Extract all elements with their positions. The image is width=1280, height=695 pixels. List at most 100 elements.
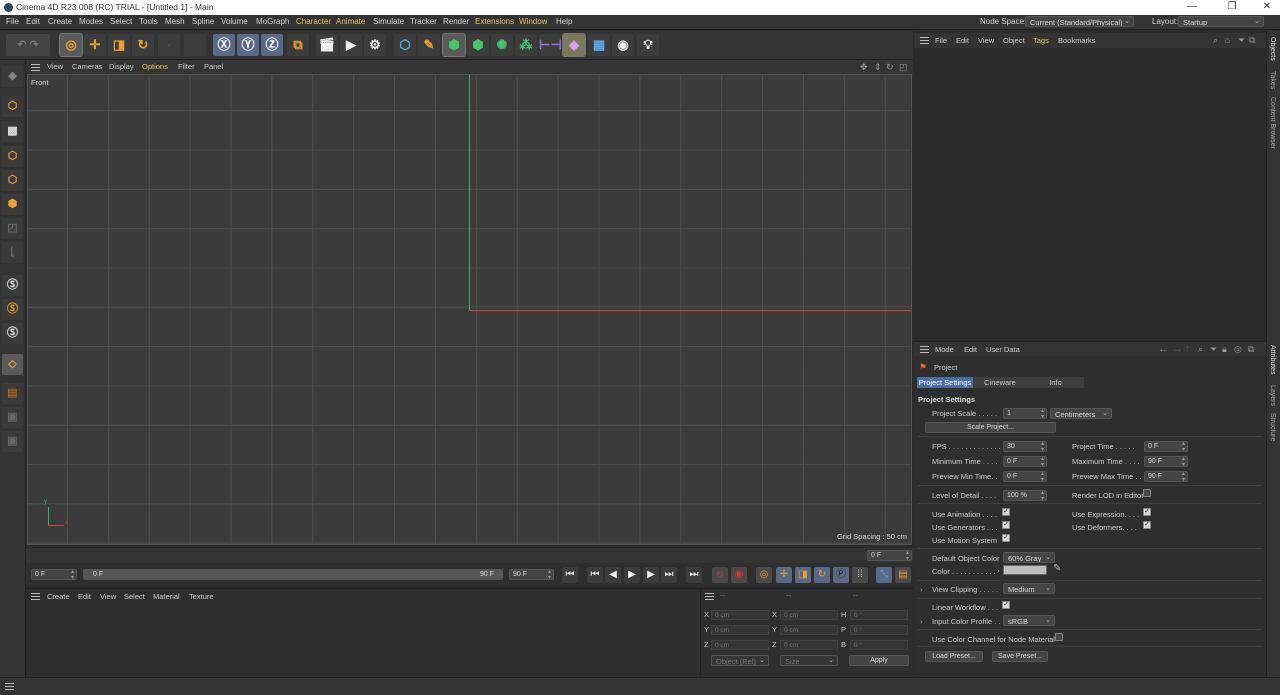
color-expand-arrow-icon[interactable]: ›: [997, 566, 1000, 575]
rot-b-field[interactable]: 0 °: [850, 640, 908, 650]
menu-simulate[interactable]: Simulate: [373, 17, 404, 26]
previous-frame-button[interactable]: ◀: [605, 567, 621, 583]
tab-project-settings[interactable]: Project Settings: [917, 377, 973, 388]
close-button[interactable]: ✕: [1255, 1, 1279, 12]
record-active-objects-button[interactable]: ⦸: [712, 567, 728, 583]
camera-button[interactable]: ◉: [612, 34, 634, 56]
material-menu-select[interactable]: Select: [124, 592, 145, 601]
menu-mesh[interactable]: Mesh: [165, 17, 185, 26]
menu-file[interactable]: File: [6, 17, 19, 26]
record-parameter-button[interactable]: Ⓟ: [833, 567, 849, 583]
fps-field[interactable]: 30 ▴ ▾: [1003, 441, 1047, 452]
menu-volume[interactable]: Volume: [221, 17, 248, 26]
dock-tab-layers[interactable]: Layers: [1269, 385, 1276, 406]
viewport-menu-panel[interactable]: Panel: [204, 62, 223, 71]
dock-tab-takes[interactable]: Takes: [1269, 71, 1276, 89]
field-button[interactable]: ◆: [562, 33, 586, 57]
object-list-area[interactable]: [914, 48, 1266, 340]
material-menu-material[interactable]: Material: [153, 592, 180, 601]
menu-select[interactable]: Select: [110, 17, 132, 26]
timeline-window-button[interactable]: ⤡: [876, 567, 892, 583]
menu-window[interactable]: Window: [519, 17, 547, 26]
front-viewport[interactable]: Front y x Grid Spacing : 50 cm: [27, 74, 912, 545]
scheme-button[interactable]: ▤: [895, 567, 911, 583]
scale-project-button[interactable]: Scale Project...: [925, 422, 1056, 433]
attr-menu-mode[interactable]: Mode: [935, 345, 954, 354]
polygons-mode-button[interactable]: ⬢: [2, 194, 23, 215]
move-tool-button[interactable]: ✛: [84, 34, 106, 56]
material-menu-create[interactable]: Create: [47, 592, 70, 601]
tab-cineware[interactable]: Cineware: [973, 377, 1027, 388]
project-scale-field[interactable]: 1 ▴ ▾: [1003, 408, 1047, 419]
node-space-select[interactable]: Current (Standard/Physical) ⌄: [1025, 16, 1134, 27]
workplane-lock-button[interactable]: ◇: [2, 354, 23, 375]
next-key-button[interactable]: ⏭: [661, 567, 677, 583]
use-expression-checkbox[interactable]: ✓: [1143, 508, 1151, 516]
model-mode-button[interactable]: ⬡: [2, 96, 23, 117]
preview-min-time-field[interactable]: 0 F ▴ ▾: [1003, 471, 1047, 482]
view-clipping-expand-icon[interactable]: ›: [920, 585, 923, 594]
level-of-detail-field[interactable]: 100 % ▴ ▾: [1003, 490, 1047, 501]
make-editable-button[interactable]: ◈: [2, 66, 23, 87]
menu-help[interactable]: Help: [556, 17, 572, 26]
menu-render[interactable]: Render: [443, 17, 469, 26]
apply-button[interactable]: Apply: [849, 655, 909, 666]
record-position-button[interactable]: ✛: [776, 567, 792, 583]
input-color-profile-select[interactable]: sRGB ⌄: [1003, 615, 1055, 626]
material-menu-view[interactable]: View: [100, 592, 116, 601]
view-clipping-select[interactable]: Medium ⌄: [1003, 583, 1055, 594]
render-picture-viewer-button[interactable]: ▶: [340, 34, 362, 56]
autokey-button[interactable]: ◉: [731, 567, 747, 583]
size-z-field[interactable]: 0 cm: [780, 640, 838, 650]
frame-range-slider[interactable]: 0 F 90 F: [83, 569, 503, 580]
menu-create[interactable]: Create: [48, 17, 72, 26]
default-object-color-select[interactable]: 60% Gray ⌄: [1003, 552, 1055, 563]
filter-icon[interactable]: ⏷: [1238, 35, 1245, 46]
input-color-profile-expand-icon[interactable]: ›: [920, 617, 923, 626]
hamburger-icon[interactable]: [31, 64, 40, 71]
hamburger-icon[interactable]: [920, 37, 929, 44]
start-frame-field[interactable]: 0 F ▴ ▾: [31, 569, 77, 580]
hamburger-icon[interactable]: [5, 683, 14, 690]
snap-enable-button[interactable]: Ⓢ: [2, 299, 23, 320]
menu-spline[interactable]: Spline: [192, 17, 214, 26]
up-arrow-icon[interactable]: ↑: [1185, 343, 1191, 355]
go-to-end-button[interactable]: ⏭: [686, 567, 702, 583]
preview-max-time-field[interactable]: 90 F ▴ ▾: [1144, 471, 1188, 482]
maximum-time-field[interactable]: 90 F ▴ ▾: [1144, 456, 1188, 467]
size-mode-select[interactable]: Size ⌄: [780, 655, 838, 666]
zoom-view-icon[interactable]: ⇕: [874, 62, 882, 73]
coordinate-mode-select[interactable]: Object (Rel) ⌄: [711, 655, 769, 666]
empty-tool-slot[interactable]: [184, 34, 206, 56]
save-preset-button[interactable]: Save Preset...: [992, 651, 1048, 662]
linear-workflow-checkbox[interactable]: ✓: [1002, 601, 1010, 609]
minimum-time-field[interactable]: 0 F ▴ ▾: [1003, 456, 1047, 467]
target-icon[interactable]: ◎: [1234, 344, 1242, 355]
object-menu-file[interactable]: File: [935, 36, 947, 45]
rot-h-field[interactable]: 0 °: [850, 610, 908, 620]
subdivision-surface-button[interactable]: ⬢: [442, 33, 466, 57]
pos-z-field[interactable]: 0 cm: [711, 640, 769, 650]
snap-button[interactable]: Ⓢ: [2, 275, 23, 296]
attr-menu-user-data[interactable]: User Data: [986, 345, 1020, 354]
record-point-level-button[interactable]: ⁞⁞: [852, 567, 868, 583]
pen-spline-button[interactable]: ✎: [418, 34, 440, 56]
eyedropper-icon[interactable]: ✎: [1053, 563, 1061, 574]
viewport-menu-options[interactable]: Options: [142, 62, 168, 71]
deformer-button[interactable]: ⊢⊣: [539, 34, 562, 56]
undo-redo-button[interactable]: ↶ ↷: [6, 34, 50, 56]
layout-select[interactable]: Startup ⌄: [1178, 16, 1264, 27]
hamburger-icon[interactable]: [705, 593, 714, 600]
menu-modes[interactable]: Modes: [79, 17, 103, 26]
light-button[interactable]: 💡︎: [637, 34, 659, 56]
next-frame-button[interactable]: ▶: [643, 567, 659, 583]
dock-tab-structure[interactable]: Structure: [1269, 413, 1276, 441]
search-icon[interactable]: ⌕: [1213, 35, 1218, 46]
object-menu-view[interactable]: View: [978, 36, 994, 45]
end-frame-field[interactable]: 90 F ▴ ▾: [509, 569, 554, 580]
lock-icon[interactable]: 🔒︎: [1222, 344, 1227, 355]
orbit-view-icon[interactable]: ↻: [886, 62, 894, 73]
cube-object-button[interactable]: ⬡: [394, 34, 416, 56]
viewport-menu-cameras[interactable]: Cameras: [72, 62, 102, 71]
use-animation-checkbox[interactable]: ✓: [1002, 508, 1010, 516]
